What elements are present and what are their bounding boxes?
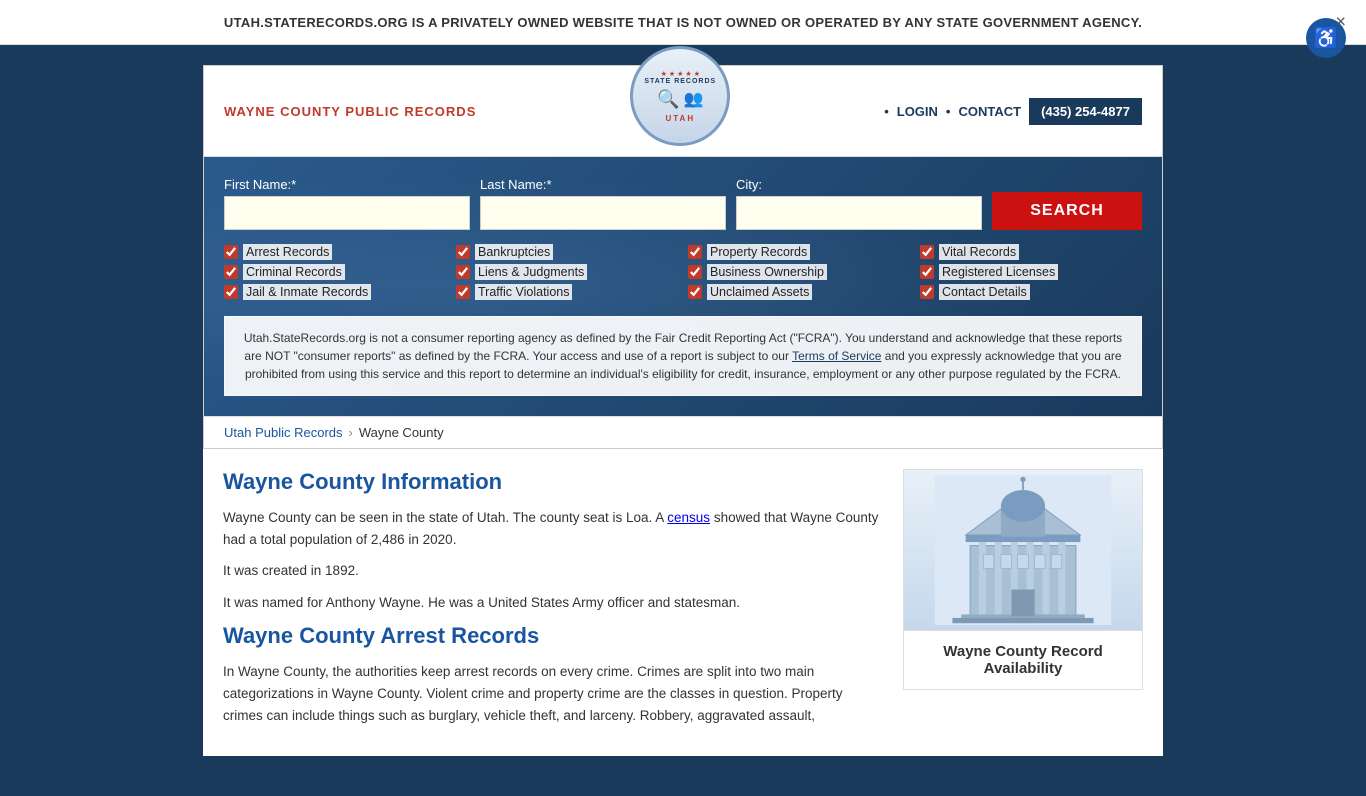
record-checkbox[interactable]	[688, 285, 702, 299]
checkbox-item: Contact Details	[920, 284, 1142, 300]
star-icon: ★	[677, 70, 683, 78]
record-checkbox[interactable]	[920, 285, 934, 299]
accessibility-icon: ♿	[1314, 26, 1339, 51]
last-name-label: Last Name:*	[480, 177, 726, 192]
record-checkbox[interactable]	[456, 285, 470, 299]
header-top: WAYNE COUNTY PUBLIC RECORDS ★ ★ ★ ★ ★ ST…	[204, 66, 1162, 157]
checkbox-item: Registered Licenses	[920, 264, 1142, 280]
section1-title: Wayne County Information	[223, 469, 883, 495]
content-main: Wayne County Information Wayne County ca…	[223, 469, 883, 736]
top-banner: UTAH.STATERECORDS.ORG IS A PRIVATELY OWN…	[0, 0, 1366, 45]
star-icon: ★	[669, 70, 675, 78]
checkbox-label: Property Records	[707, 244, 810, 260]
checkbox-label: Criminal Records	[243, 264, 345, 280]
record-checkbox[interactable]	[456, 245, 470, 259]
star-icon: ★	[694, 70, 700, 78]
logo-area: ★ ★ ★ ★ ★ STATE RECORDS 🔍 👥 UTAH	[630, 76, 730, 146]
checkbox-label: Unclaimed Assets	[707, 284, 812, 300]
checkboxes-row: Arrest Records Criminal Records Jail & Inm…	[224, 244, 1142, 300]
star-icon: ★	[685, 70, 691, 78]
search-icon: 🔍	[657, 89, 679, 110]
city-input[interactable]	[736, 196, 982, 230]
breadcrumb: Utah Public Records › Wayne County	[204, 416, 1162, 448]
terms-link[interactable]: Terms of Service	[792, 349, 881, 363]
contact-link[interactable]: CONTACT	[958, 104, 1021, 119]
banner-text: UTAH.STATERECORDS.ORG IS A PRIVATELY OWN…	[224, 15, 1142, 30]
last-name-input[interactable]	[480, 196, 726, 230]
people-icon: 👥	[684, 89, 704, 109]
stars-row: ★ ★ ★ ★ ★	[661, 70, 700, 78]
record-checkbox[interactable]	[224, 245, 238, 259]
nav-dot-1: •	[884, 104, 889, 119]
checkbox-label: Arrest Records	[243, 244, 332, 260]
phone-button[interactable]: (435) 254-4877	[1029, 98, 1142, 125]
checkbox-item: Business Ownership	[688, 264, 910, 280]
record-checkbox[interactable]	[688, 245, 702, 259]
logo-circle: ★ ★ ★ ★ ★ STATE RECORDS 🔍 👥 UTAH	[630, 46, 730, 146]
content-para3: It was named for Anthony Wayne. He was a…	[223, 592, 883, 614]
content-para1: Wayne County can be seen in the state of…	[223, 507, 883, 550]
page-wrapper: WAYNE COUNTY PUBLIC RECORDS ★ ★ ★ ★ ★ ST…	[203, 45, 1163, 796]
breadcrumb-link[interactable]: Utah Public Records	[224, 425, 343, 440]
checkbox-item: Arrest Records	[224, 244, 446, 260]
content-sidebar: Wayne County Record Availability	[903, 469, 1143, 736]
header-card: WAYNE COUNTY PUBLIC RECORDS ★ ★ ★ ★ ★ ST…	[203, 65, 1163, 449]
checkbox-label: Registered Licenses	[939, 264, 1058, 280]
checkbox-item: Unclaimed Assets	[688, 284, 910, 300]
nav-dot-2: •	[946, 104, 951, 119]
checkbox-item: Vital Records	[920, 244, 1142, 260]
accessibility-button[interactable]: ♿	[1306, 18, 1346, 58]
record-checkbox[interactable]	[456, 265, 470, 279]
record-checkbox[interactable]	[224, 265, 238, 279]
breadcrumb-separator: ›	[349, 425, 353, 440]
search-fields: First Name:* Last Name:* City: SEARCH	[224, 177, 1142, 230]
search-section: First Name:* Last Name:* City: SEARCH Ar…	[204, 157, 1162, 416]
census-link[interactable]: census	[667, 510, 710, 525]
breadcrumb-current: Wayne County	[359, 425, 444, 440]
content-para4: In Wayne County, the authorities keep ar…	[223, 661, 883, 726]
checkbox-label: Contact Details	[939, 284, 1030, 300]
checkbox-item: Criminal Records	[224, 264, 446, 280]
checkbox-label: Liens & Judgments	[475, 264, 587, 280]
site-title: WAYNE COUNTY PUBLIC RECORDS	[224, 104, 476, 119]
first-name-label: First Name:*	[224, 177, 470, 192]
content-area: Wayne County Information Wayne County ca…	[203, 449, 1163, 756]
content-para2: It was created in 1892.	[223, 560, 883, 582]
search-button[interactable]: SEARCH	[992, 192, 1142, 230]
header-nav: • LOGIN • CONTACT (435) 254-4877	[884, 98, 1142, 125]
checkbox-item: Jail & Inmate Records	[224, 284, 446, 300]
logo-text-top: STATE RECORDS	[644, 78, 716, 85]
record-checkbox[interactable]	[688, 265, 702, 279]
sidebar-card: Wayne County Record Availability	[903, 469, 1143, 690]
first-name-group: First Name:*	[224, 177, 470, 230]
star-icon: ★	[661, 70, 667, 78]
record-checkbox[interactable]	[920, 265, 934, 279]
checkbox-item: Liens & Judgments	[456, 264, 678, 280]
checkbox-label: Traffic Violations	[475, 284, 572, 300]
login-link[interactable]: LOGIN	[897, 104, 938, 119]
record-checkbox[interactable]	[224, 285, 238, 299]
checkbox-item: Traffic Violations	[456, 284, 678, 300]
logo-icons: 🔍 👥	[657, 89, 703, 110]
checkbox-label: Jail & Inmate Records	[243, 284, 371, 300]
record-checkbox[interactable]	[920, 245, 934, 259]
city-group: City:	[736, 177, 982, 230]
first-name-input[interactable]	[224, 196, 470, 230]
checkbox-label: Business Ownership	[707, 264, 827, 280]
section2-title: Wayne County Arrest Records	[223, 623, 883, 649]
disclaimer-box: Utah.StateRecords.org is not a consumer …	[224, 316, 1142, 396]
sidebar-card-title: Wayne County Record Availability	[904, 630, 1142, 689]
checkbox-label: Vital Records	[939, 244, 1019, 260]
checkbox-item: Bankruptcies	[456, 244, 678, 260]
sidebar-building	[904, 470, 1142, 630]
city-label: City:	[736, 177, 982, 192]
checkbox-label: Bankruptcies	[475, 244, 553, 260]
building-illustration	[933, 475, 1113, 625]
checkbox-item: Property Records	[688, 244, 910, 260]
last-name-group: Last Name:*	[480, 177, 726, 230]
logo-text-bottom: UTAH	[665, 114, 695, 123]
